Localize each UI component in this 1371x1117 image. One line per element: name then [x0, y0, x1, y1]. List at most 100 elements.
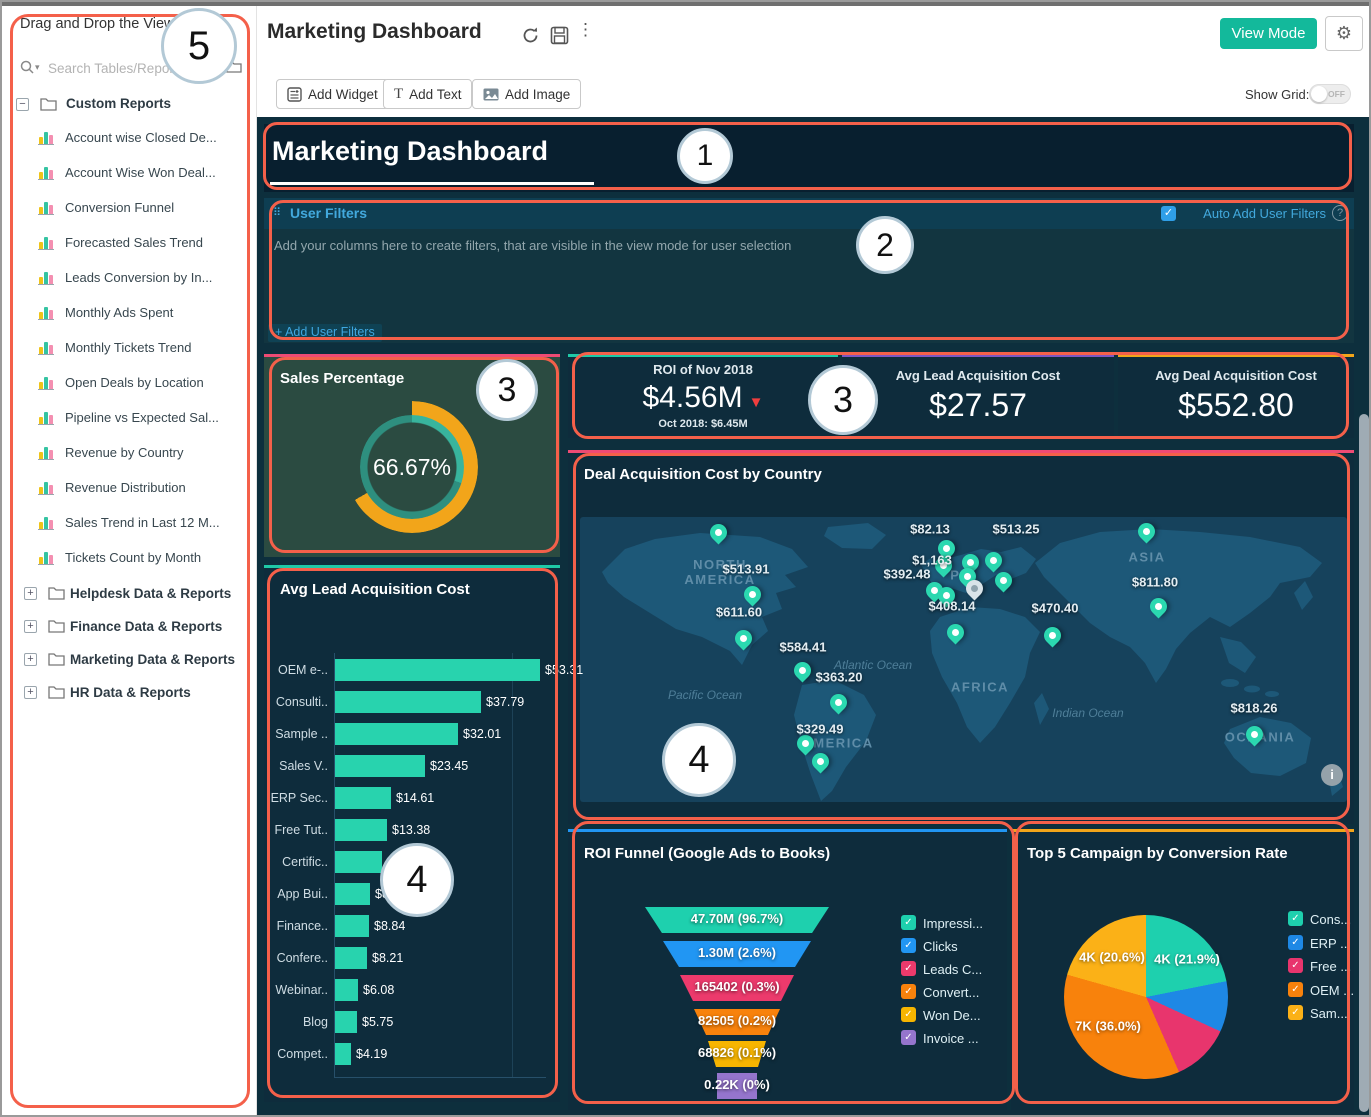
user-filters-panel[interactable]: ⠿ User Filters ✓ Auto Add User Filters ?…	[264, 198, 1354, 343]
canvas-vertical-scrollbar[interactable]	[1359, 414, 1369, 1112]
add-user-filters-button[interactable]: + Add User Filters	[268, 324, 382, 342]
browse-folder-icon[interactable]	[226, 59, 242, 73]
kpi-value: $4.56M▼	[643, 381, 764, 415]
bar-value-label: $5.75	[362, 1015, 393, 1029]
expand-icon[interactable]: +	[24, 587, 37, 600]
expand-icon[interactable]: +	[24, 686, 37, 699]
sidebar-report-item[interactable]: Account wise Closed De...	[38, 128, 253, 150]
save-icon[interactable]	[550, 26, 569, 45]
gauge-value: 66.67%	[346, 401, 478, 533]
kpi-roi-widget[interactable]: ROI of Nov 2018 $4.56M▼ Oct 2018: $6.45M	[568, 354, 838, 438]
bar-chart-icon	[38, 165, 54, 180]
search-input[interactable]: ▾ Search Tables/Report	[20, 56, 242, 82]
roi-funnel-widget[interactable]: ROI Funnel (Google Ads to Books) 47.70M …	[568, 829, 1007, 1110]
legend-checkbox[interactable]: ✓	[901, 984, 916, 999]
auto-add-checkbox[interactable]: ✓	[1161, 206, 1176, 221]
kpi-avg-lead-widget[interactable]: Avg Lead Acquisition Cost $27.57	[842, 354, 1114, 438]
tree-node-label[interactable]: Custom Reports	[66, 96, 171, 111]
legend-checkbox[interactable]: ✓	[901, 915, 916, 930]
show-grid-toggle[interactable]: OFF	[1309, 84, 1351, 104]
kpi-title: Avg Lead Acquisition Cost	[896, 368, 1060, 383]
pie-slice-label: 7K (36.0%)	[1075, 1019, 1141, 1034]
banner-widget[interactable]: Marketing Dashboard	[264, 124, 1354, 192]
funnel-step-label: 47.70M (96.7%)	[627, 911, 847, 926]
sidebar-report-item[interactable]: Account Wise Won Deal...	[38, 163, 253, 185]
widget-accent	[568, 450, 1354, 453]
more-options-kebab-icon[interactable]: ⋮	[577, 20, 594, 40]
sales-percentage-title: Sales Percentage	[280, 370, 404, 387]
sidebar-folder-item[interactable]: +HR Data & Reports	[24, 684, 249, 704]
legend-checkbox[interactable]: ✓	[901, 938, 916, 953]
report-label: Open Deals by Location	[65, 375, 204, 390]
legend-checkbox[interactable]: ✓	[1288, 935, 1303, 950]
sidebar-folder-item[interactable]: +Helpdesk Data & Reports	[24, 585, 249, 605]
legend-checkbox[interactable]: ✓	[901, 1030, 916, 1045]
sidebar-report-item[interactable]: Pipeline vs Expected Sal...	[38, 408, 253, 430]
legend-label: Won De...	[923, 1008, 981, 1023]
tree-node-custom-reports[interactable]: − Custom Reports	[16, 96, 246, 116]
sidebar-report-item[interactable]: Sales Trend in Last 12 M...	[38, 513, 253, 535]
bar-chart-icon	[38, 480, 54, 495]
sidebar-report-item[interactable]: Leads Conversion by In...	[38, 268, 253, 290]
add-widget-button[interactable]: Add Widget	[276, 79, 389, 109]
view-mode-button[interactable]: View Mode	[1220, 18, 1317, 49]
bar-chart-icon	[38, 305, 54, 320]
expand-icon[interactable]: +	[24, 653, 37, 666]
sidebar-report-item[interactable]: Revenue Distribution	[38, 478, 253, 500]
user-filters-header: ⠿ User Filters ✓ Auto Add User Filters ?	[264, 198, 1354, 229]
bar	[335, 947, 367, 969]
add-text-button[interactable]: T Add Text	[383, 79, 472, 109]
collapse-icon[interactable]: −	[16, 98, 29, 111]
gauge-chart: 66.67%	[346, 401, 478, 533]
expand-icon[interactable]: +	[24, 620, 37, 633]
help-icon[interactable]: ?	[1332, 205, 1348, 221]
legend-checkbox[interactable]: ✓	[1288, 982, 1303, 997]
map-widget[interactable]: Deal Acquisition Cost by Country	[568, 450, 1354, 824]
legend-checkbox[interactable]: ✓	[1288, 1005, 1303, 1020]
avg-lead-cost-bar-widget[interactable]: Avg Lead Acquisition Cost OEM e-..$53.31…	[264, 565, 560, 1102]
kpi-avg-deal-widget[interactable]: Avg Deal Acquisition Cost $552.80	[1118, 354, 1354, 438]
legend-checkbox[interactable]: ✓	[901, 1007, 916, 1022]
bar-value-label: $32.01	[463, 727, 501, 741]
report-label: Conversion Funnel	[65, 200, 174, 215]
gridline	[512, 653, 513, 1077]
legend-checkbox[interactable]: ✓	[1288, 958, 1303, 973]
refresh-icon[interactable]	[521, 26, 540, 45]
bar-value-label: $6.08	[363, 983, 394, 997]
report-label: Tickets Count by Month	[65, 550, 201, 565]
bar-category-label: Consulti..	[264, 695, 328, 709]
widget-accent	[1011, 829, 1354, 832]
legend-checkbox[interactable]: ✓	[1288, 911, 1303, 926]
top5-campaign-pie-widget[interactable]: Top 5 Campaign by Conversion Rate 4K (21…	[1011, 829, 1354, 1110]
drag-grip-icon[interactable]: ⠿	[273, 206, 281, 219]
bar-value-label: $8.	[375, 887, 392, 901]
sidebar-folder-item[interactable]: +Marketing Data & Reports	[24, 651, 249, 671]
editor-toolbar: Marketing Dashboard ⋮ View Mode ⚙ Add Wi…	[257, 6, 1371, 117]
toggle-knob	[1311, 86, 1327, 102]
map-value-label: $363.20	[816, 670, 863, 685]
sidebar-report-item[interactable]: Monthly Ads Spent	[38, 303, 253, 325]
dashboard-name-heading: Marketing Dashboard	[267, 20, 482, 44]
map-value-label: $329.49	[797, 722, 844, 737]
sidebar-report-item[interactable]: Forecasted Sales Trend	[38, 233, 253, 255]
sidebar-report-item[interactable]: Conversion Funnel	[38, 198, 253, 220]
legend-checkbox[interactable]: ✓	[901, 961, 916, 976]
sidebar-report-item[interactable]: Open Deals by Location	[38, 373, 253, 395]
funnel-step-label: 68826 (0.1%)	[627, 1045, 847, 1060]
map-region-label: AFRICA	[951, 680, 1009, 695]
sidebar-folder-item[interactable]: +Finance Data & Reports	[24, 618, 249, 638]
bar-category-label: Sales V..	[264, 759, 328, 773]
report-label: Sales Trend in Last 12 M...	[65, 515, 220, 530]
sidebar-report-item[interactable]: Revenue by Country	[38, 443, 253, 465]
search-scope-caret-icon[interactable]: ▾	[35, 62, 40, 73]
map-title: Deal Acquisition Cost by Country	[584, 466, 822, 483]
sidebar-report-item[interactable]: Tickets Count by Month	[38, 548, 253, 570]
bar-value-label: $8.84	[374, 919, 405, 933]
world-map[interactable]: NORTH AMERICAASIAAFRICAAMERICAOCEANIAPL …	[580, 517, 1347, 802]
map-info-button[interactable]: i	[1321, 764, 1343, 786]
sales-percentage-widget[interactable]: Sales Percentage 66.67%	[264, 354, 560, 557]
sidebar-report-item[interactable]: Monthly Tickets Trend	[38, 338, 253, 360]
settings-gear-button[interactable]: ⚙	[1325, 16, 1363, 51]
add-image-button[interactable]: Add Image	[472, 79, 581, 109]
funnel-step-label: 1.30M (2.6%)	[627, 945, 847, 960]
